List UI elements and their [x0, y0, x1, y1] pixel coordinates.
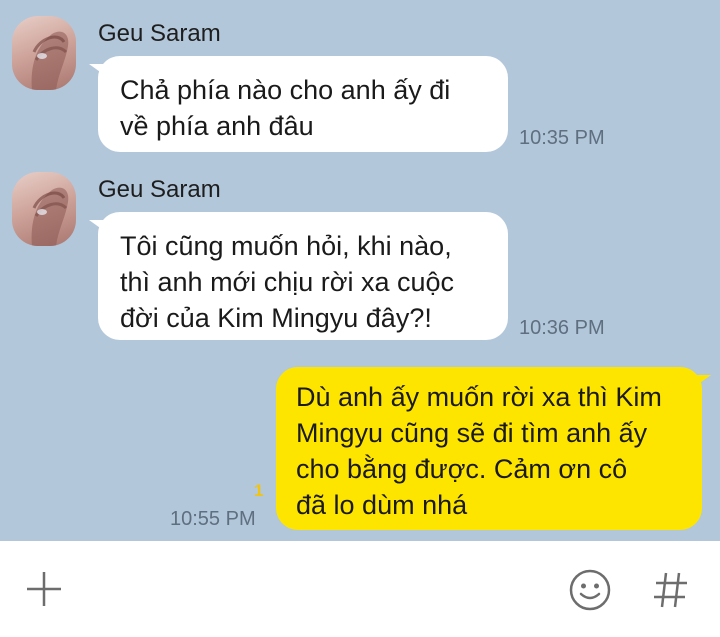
unread-count: 1: [254, 481, 264, 500]
sender-name: Geu Saram: [98, 20, 221, 47]
incoming-message-bubble[interactable]: Chả phía nào cho anh ấy đi về phía anh đ…: [89, 56, 508, 152]
outgoing-message-bubble[interactable]: Dù anh ấy muốn rời xa thì Kim Mingyu cũn…: [276, 367, 711, 530]
plus-icon[interactable]: [24, 569, 64, 609]
avatar-photo-icon: [31, 187, 69, 246]
message-input-bar: [0, 541, 720, 637]
incoming-message-bubble[interactable]: Tôi cũng muốn hỏi, khi nào, thì anh mới …: [89, 212, 508, 340]
message-timestamp: 10:36 PM: [519, 317, 605, 339]
chat-area[interactable]: Geu Saram Chả phía nào cho anh ấy đi về …: [0, 0, 720, 541]
hash-icon[interactable]: [652, 570, 690, 610]
message-timestamp: 10:35 PM: [519, 127, 605, 149]
message-timestamp: 10:55 PM: [170, 508, 256, 530]
sender-avatar[interactable]: [12, 172, 76, 246]
avatar-photo-icon: [31, 31, 69, 90]
smiley-icon[interactable]: [568, 568, 612, 612]
sender-name: Geu Saram: [98, 176, 221, 203]
sender-avatar[interactable]: [12, 16, 76, 90]
